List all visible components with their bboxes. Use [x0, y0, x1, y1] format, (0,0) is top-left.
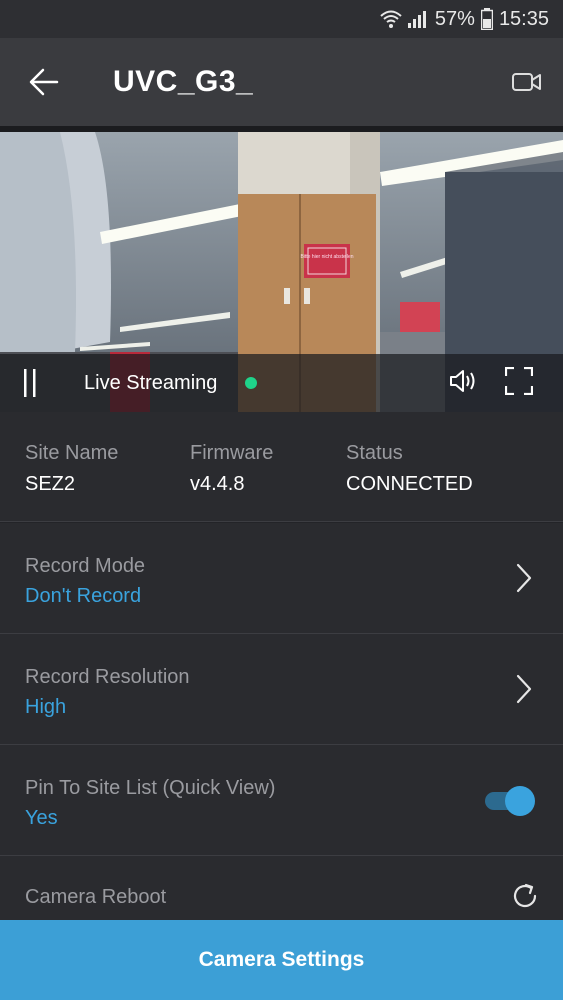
pin-to-site-list-row: Pin To Site List (Quick View) Yes: [0, 745, 563, 856]
status-bar: 57% 15:35: [0, 0, 563, 38]
status-value: CONNECTED: [346, 473, 473, 495]
record-mode-value: Don't Record: [25, 585, 142, 607]
refresh-icon[interactable]: [509, 880, 541, 912]
pause-button[interactable]: [0, 354, 60, 412]
camera-reboot-row[interactable]: Camera Reboot: [0, 856, 563, 920]
clock: 15:35: [498, 7, 549, 30]
pause-icon: [24, 369, 36, 397]
status-icons: [379, 9, 429, 29]
live-video[interactable]: Bitte hier nicht abstellen Live Streamin…: [0, 132, 563, 412]
chevron-right-icon: [509, 559, 539, 597]
record-resolution-row[interactable]: Record Resolution High: [0, 634, 563, 745]
status-block: Status CONNECTED: [346, 442, 473, 496]
video-controls: Live Streaming: [0, 354, 563, 412]
wifi-icon: [380, 10, 402, 28]
site-name-label: Site Name: [25, 442, 119, 464]
firmware-label: Firmware: [190, 442, 274, 464]
battery-percent: 57%: [434, 7, 475, 30]
pin-to-site-list-value: Yes: [25, 807, 58, 829]
app-bar: UVC_G3_: [0, 38, 563, 126]
signal-icon: [407, 11, 426, 28]
toggle-knob: [505, 786, 535, 816]
chevron-right-icon: [509, 670, 539, 708]
video-button[interactable]: [505, 60, 549, 104]
record-resolution-title: Record Resolution: [25, 666, 190, 688]
back-button[interactable]: [0, 38, 88, 126]
pin-to-site-list-toggle[interactable]: [483, 785, 535, 816]
firmware-block: Firmware v4.4.8: [190, 442, 273, 496]
camera-settings-button[interactable]: Camera Settings: [0, 920, 563, 1000]
live-indicator-dot: [245, 377, 258, 389]
speaker-icon: [450, 369, 475, 392]
site-name-value: SEZ2: [25, 473, 76, 495]
fullscreen-icon: [504, 366, 534, 395]
battery-icon: [480, 8, 493, 30]
door-sign-text: Bitte hier nicht abstellen: [300, 254, 353, 260]
pin-to-site-list-title: Pin To Site List (Quick View): [25, 777, 276, 799]
arrow-left-icon: [29, 68, 59, 96]
status-label: Status: [346, 442, 403, 464]
camera-info: Site Name SEZ2 Firmware v4.4.8 Status CO…: [0, 412, 563, 522]
live-streaming-label: Live Streaming: [84, 371, 218, 394]
page-title: UVC_G3_: [113, 65, 254, 98]
record-mode-title: Record Mode: [25, 555, 146, 577]
video-camera-icon: [512, 73, 541, 91]
site-name-block: Site Name SEZ2: [25, 442, 118, 496]
sound-button[interactable]: [449, 368, 479, 399]
record-mode-row[interactable]: Record Mode Don't Record: [0, 523, 563, 634]
camera-reboot-title: Camera Reboot: [25, 886, 167, 908]
firmware-value: v4.4.8: [190, 473, 245, 495]
record-resolution-value: High: [25, 696, 67, 718]
fullscreen-button[interactable]: [504, 366, 534, 400]
